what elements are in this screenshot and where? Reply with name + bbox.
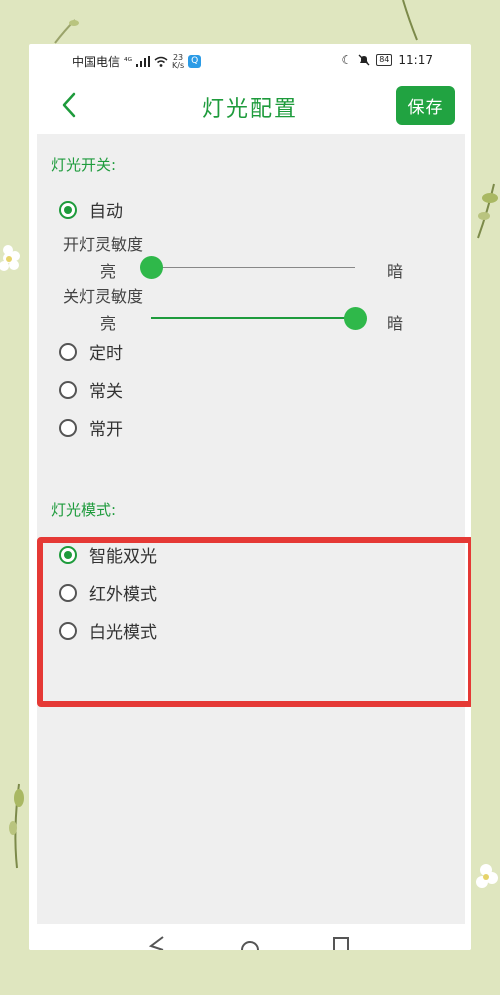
nav-bar xyxy=(29,924,471,950)
app-notification-icon: Q xyxy=(188,55,202,68)
off-sensitivity-max-label: 暗 xyxy=(387,314,404,333)
branch-decoration-icon xyxy=(402,0,418,41)
on-sensitivity-slider[interactable] xyxy=(140,256,355,280)
status-bar: 中国电信 ⁴ᴳ 23 K/s Q ☾ 84 11:17 xyxy=(29,44,471,78)
wifi-icon xyxy=(154,56,168,67)
leaf-decoration-icon xyxy=(477,183,498,239)
carrier-name: 中国电信 xyxy=(72,55,121,69)
on-sensitivity-min-label: 亮 xyxy=(100,262,117,281)
slider-thumb[interactable] xyxy=(344,307,367,330)
leaf-decoration-icon xyxy=(54,19,79,44)
radio-auto[interactable]: 自动 xyxy=(59,197,123,222)
radio-checked-icon xyxy=(59,545,77,564)
moon-icon: ☾ xyxy=(341,53,353,67)
radio-unchecked-icon xyxy=(59,583,77,602)
radio-unchecked-icon xyxy=(59,621,77,640)
radio-timed[interactable]: 定时 xyxy=(59,339,123,364)
radio-always-on[interactable]: 常开 xyxy=(59,415,123,440)
off-sensitivity-min-label: 亮 xyxy=(100,314,117,333)
slider-thumb[interactable] xyxy=(140,256,163,279)
radio-always-off[interactable]: 常关 xyxy=(59,377,123,402)
off-sensitivity-slider[interactable] xyxy=(151,307,367,331)
on-sensitivity-max-label: 暗 xyxy=(387,262,404,281)
flower-decoration-icon xyxy=(0,245,20,271)
app-header: 灯光配置 保存 xyxy=(29,78,471,134)
settings-panel: 灯光开关: 自动 开灯灵敏度 亮 暗 关灯灵敏度 亮 暗 定时 常关 常开 灯光… xyxy=(37,134,471,924)
radio-unchecked-icon xyxy=(59,418,77,437)
radio-unchecked-icon xyxy=(59,380,77,399)
mute-bell-icon xyxy=(358,54,370,66)
save-button[interactable]: 保存 xyxy=(396,86,455,125)
battery-icon: 84 xyxy=(376,54,393,66)
nav-back-icon[interactable] xyxy=(147,936,167,950)
light-mode-label: 灯光模式: xyxy=(51,501,117,519)
clock: 11:17 xyxy=(398,53,433,67)
light-switch-label: 灯光开关: xyxy=(51,156,117,174)
radio-white-light[interactable]: 白光模式 xyxy=(59,618,157,643)
radio-smart-dual[interactable]: 智能双光 xyxy=(59,542,157,567)
phone-screen: 中国电信 ⁴ᴳ 23 K/s Q ☾ 84 11:17 灯光配置 保存 灯光开关… xyxy=(29,44,471,950)
signal-icon xyxy=(136,56,151,67)
leaf-decoration-icon xyxy=(9,783,24,869)
flower-decoration-icon xyxy=(476,864,498,888)
on-sensitivity-label: 开灯灵敏度 xyxy=(63,235,144,254)
radio-infrared[interactable]: 红外模式 xyxy=(59,580,157,605)
signal-type: ⁴ᴳ xyxy=(124,56,133,67)
nav-recents-icon[interactable] xyxy=(331,936,351,950)
off-sensitivity-label: 关灯灵敏度 xyxy=(63,287,144,306)
radio-checked-icon xyxy=(59,200,77,219)
radio-unchecked-icon xyxy=(59,342,77,361)
network-speed: 23 K/s xyxy=(172,52,185,70)
nav-home-icon[interactable] xyxy=(240,936,260,950)
